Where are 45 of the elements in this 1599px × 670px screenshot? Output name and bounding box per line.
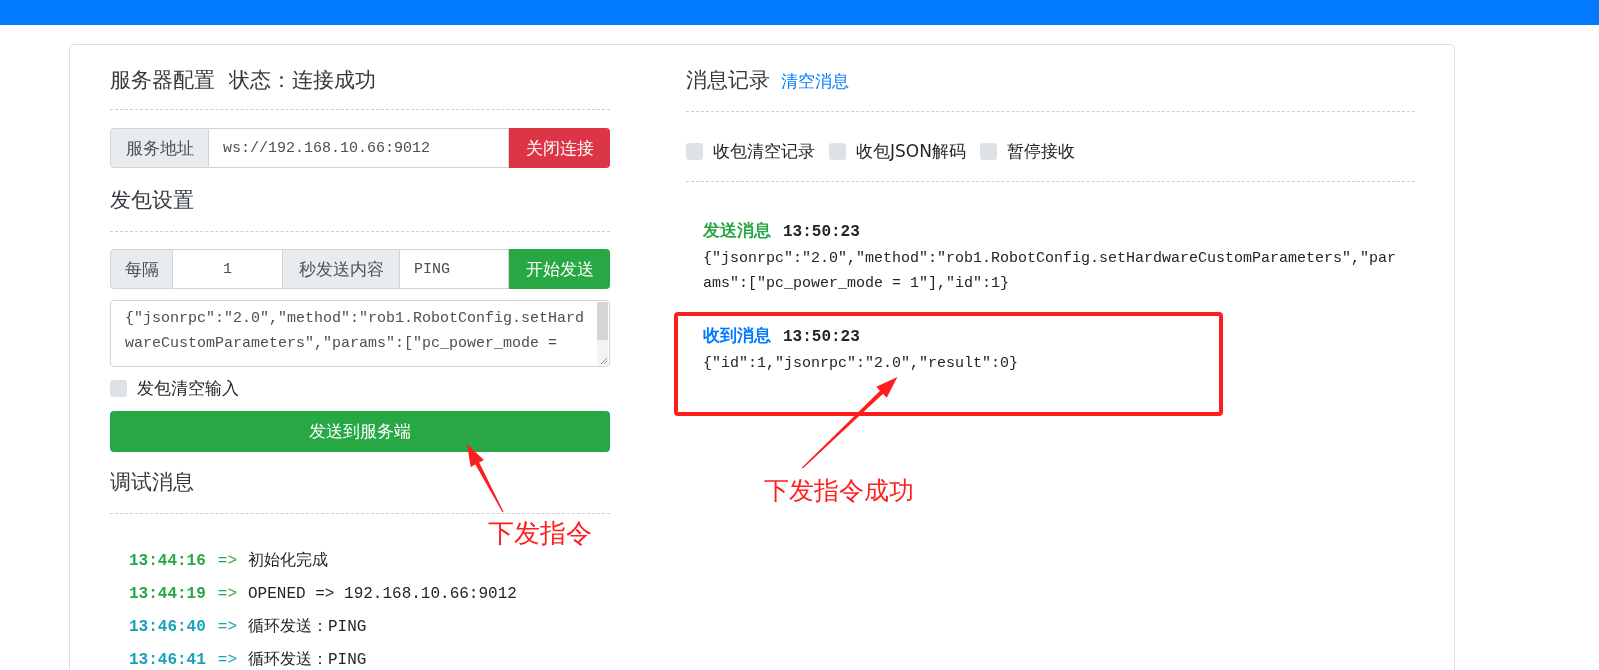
resize-grip-icon[interactable]: [599, 356, 608, 365]
log-arrow: =>: [217, 552, 237, 570]
address-input[interactable]: ws://192.168.10.66:9012: [209, 128, 509, 168]
log-arrow: =>: [217, 651, 237, 669]
section-title: 发包设置: [110, 187, 194, 214]
message-type: 发送消息: [703, 220, 771, 240]
annotation-arrow: [467, 444, 504, 513]
log-message: 循环发送：PING: [248, 618, 367, 636]
message-time: 13:50:23: [783, 327, 860, 347]
section-title: 消息记录: [686, 67, 770, 94]
log-time: 13:46:41: [129, 651, 206, 669]
connection-status: 状态：连接成功: [229, 67, 376, 94]
log-time: 13:46:40: [129, 618, 206, 636]
message-body: {"id":1,"jsonrpc":"2.0","result":0}: [703, 354, 1020, 374]
content-input[interactable]: PING: [400, 249, 509, 289]
log-time: 13:44:16: [129, 552, 206, 570]
annotation-text: 下发指令成功: [764, 476, 914, 506]
message-type: 收到消息: [703, 325, 771, 345]
clear-messages-link[interactable]: 清空消息: [781, 70, 849, 93]
close-connection-button[interactable]: 关闭连接: [509, 128, 610, 168]
message-body: {"jsonrpc":"2.0","method":"rob1.RobotConfig.setHardwareCustomParameters","params":["pc_power_mode = 1"],"id":1}: [703, 249, 1398, 294]
checkbox[interactable]: [829, 142, 846, 160]
log-arrow: =>: [217, 618, 237, 636]
checkbox[interactable]: [979, 142, 997, 160]
log-arrow: =>: [217, 585, 237, 603]
section-title: 服务器配置: [110, 67, 215, 94]
checkbox[interactable]: [686, 142, 703, 160]
log-time: 13:44:19: [129, 585, 206, 603]
message-time: 13:50:23: [783, 222, 860, 242]
checkbox-label: 收包清空记录: [713, 139, 815, 163]
address-label: 服务地址: [110, 128, 209, 168]
payload-textarea[interactable]: {"jsonrpc":"2.0","method":"rob1.RobotConfig.setHardwareCustomParameters","params":["pc_power_mode =: [110, 300, 610, 367]
content-label: 秒发送内容: [283, 249, 400, 289]
checkbox[interactable]: [110, 379, 127, 397]
checkbox-label: 暂停接收: [1006, 139, 1075, 163]
section-title: 调试消息: [110, 469, 194, 496]
checkbox-label: 发包清空输入: [137, 376, 239, 400]
log-message: OPENED => 192.168.10.66:9012: [248, 585, 517, 603]
scrollbar[interactable]: [597, 302, 608, 365]
interval-label: 每隔: [110, 249, 173, 289]
log-message: 初始化完成: [248, 552, 328, 570]
log-message: 循环发送：PING: [248, 651, 367, 669]
interval-input[interactable]: 1: [173, 249, 283, 289]
annotation-text: 下发指令: [488, 518, 592, 548]
checkbox-label: 收包JSON解码: [856, 139, 966, 163]
